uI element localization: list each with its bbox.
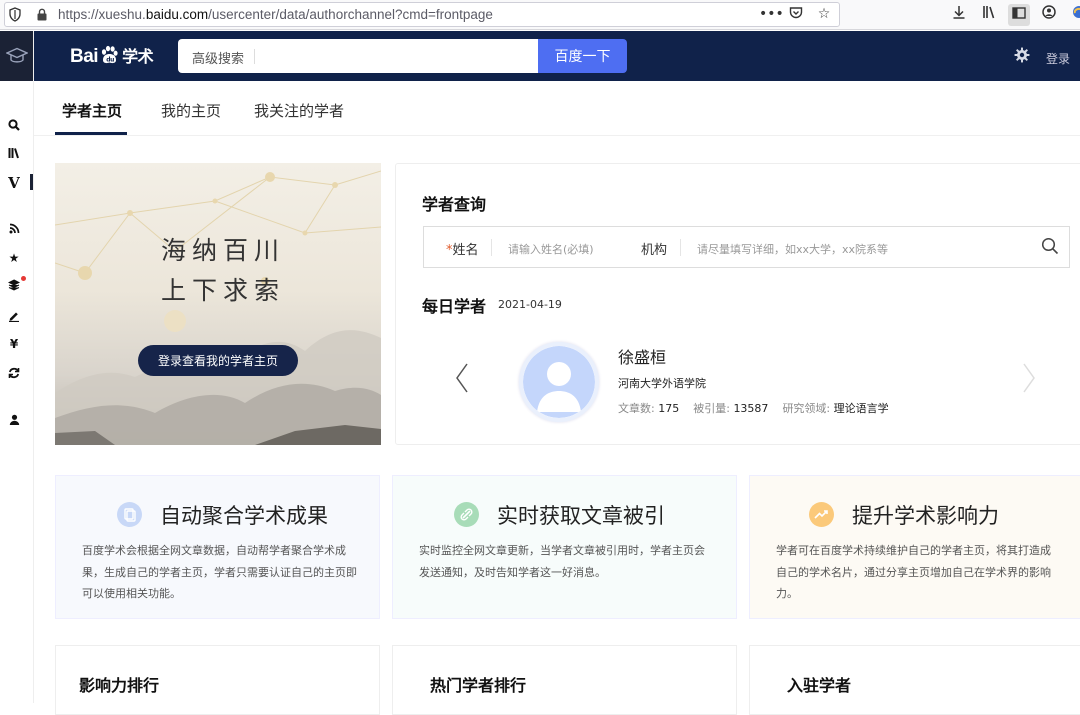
popular-scholars-title: 热门学者排行 xyxy=(430,676,527,695)
articles-count: 175 xyxy=(658,402,680,415)
sidebar-toggle-icon[interactable] xyxy=(1008,4,1030,26)
login-link[interactable]: 登录 xyxy=(1046,50,1070,67)
advanced-search-link[interactable]: 高级搜索 xyxy=(192,48,244,67)
research-field: 理论语言学 xyxy=(833,402,889,415)
org-label: 机构 xyxy=(641,243,668,258)
feature-title: 实时获取文章被引 xyxy=(497,504,665,528)
chevron-left-icon[interactable] xyxy=(454,362,470,394)
tab-followed-scholars[interactable]: 我关注的学者 xyxy=(254,100,344,121)
scholar-query-form: *姓名 请输入姓名(必填) 机构 请尽量填写详细，如xx大学，xx院系等 xyxy=(423,226,1070,268)
chevron-right-icon[interactable] xyxy=(1021,362,1037,394)
trend-up-icon xyxy=(809,502,834,527)
tab-scholar-home[interactable]: 学者主页 xyxy=(62,100,122,121)
search-divider xyxy=(254,49,255,64)
document-icon xyxy=(117,502,142,527)
extension-icon[interactable] xyxy=(1068,4,1080,26)
baidu-xueshu-logo[interactable]: Bai du 学术 xyxy=(70,43,154,68)
login-view-homepage-button[interactable]: 登录查看我的学者主页 xyxy=(138,345,298,376)
registered-scholars-title: 入驻学者 xyxy=(787,676,852,695)
left-rail: V ★ ¥ xyxy=(0,31,34,703)
pen-icon[interactable] xyxy=(0,310,28,325)
search-icon[interactable] xyxy=(1041,237,1059,255)
feature-description: 学者可在百度学术持续维护自己的学者主页，将其打造成自己的学术名片，通过分享主页增… xyxy=(776,544,1051,600)
citations-count: 13587 xyxy=(733,402,769,415)
scholar-organization: 河南大学外语学院 xyxy=(618,377,706,390)
url-text[interactable]: https://xueshu.baidu.com/usercenter/data… xyxy=(58,7,493,22)
address-bar[interactable]: https://xueshu.baidu.com/usercenter/data… xyxy=(4,2,840,27)
scholar-name[interactable]: 徐盛桓 xyxy=(618,344,666,368)
rail-active-indicator xyxy=(30,174,33,190)
download-icon[interactable] xyxy=(948,4,970,26)
banner-poem: 海纳百川 上下求索 xyxy=(161,231,285,311)
name-label: *姓名 xyxy=(446,243,479,258)
svg-text:du: du xyxy=(106,57,114,64)
registered-scholars-card: 入驻学者 xyxy=(749,645,1080,715)
more-actions-icon[interactable]: ••• xyxy=(759,6,784,24)
notification-dot xyxy=(21,276,26,281)
poem-line-1: 海纳百川 xyxy=(161,236,286,265)
refresh-icon[interactable] xyxy=(0,367,28,382)
scholar-query-card: 学者查询 *姓名 请输入姓名(必填) 机构 请尽量填写详细，如xx大学，xx院系… xyxy=(395,163,1080,445)
feature-title: 自动聚合学术成果 xyxy=(160,504,328,528)
scholar-stats: 文章数: 175 被引量: 13587 研究领域: 理论语言学 xyxy=(618,402,889,415)
library-icon[interactable] xyxy=(978,4,1000,26)
shield-icon[interactable] xyxy=(9,7,21,22)
divider xyxy=(491,239,492,256)
feature-description: 百度学术会根据全网文章数据，自动帮学者聚合学术成果，生成自己的学者主页，学者只需… xyxy=(82,544,357,600)
user-icon[interactable] xyxy=(0,414,28,428)
library-icon[interactable] xyxy=(0,147,28,162)
feature-card-aggregate: 自动聚合学术成果 百度学术会根据全网文章数据，自动帮学者聚合学术成果，生成自己的… xyxy=(55,475,380,619)
rss-icon[interactable] xyxy=(0,223,28,237)
rail-logo[interactable] xyxy=(0,31,33,81)
feature-description: 实时监控全网文章更新，当学者文章被引用时，学者主页会发送通知，及时告知学者这一好… xyxy=(419,544,705,579)
scholar-query-title: 学者查询 xyxy=(422,195,487,214)
gear-icon[interactable] xyxy=(1014,47,1030,63)
paw-icon: du xyxy=(101,45,118,64)
yen-icon[interactable]: ¥ xyxy=(0,337,28,351)
popular-scholars-card: 热门学者排行 xyxy=(392,645,737,715)
layers-icon[interactable] xyxy=(0,279,28,294)
search-icon[interactable] xyxy=(0,119,28,134)
tab-bar: 学者主页 我的主页 我关注的学者 xyxy=(34,81,1080,136)
search-box[interactable]: 高级搜索 xyxy=(178,39,538,73)
account-icon[interactable] xyxy=(1038,4,1060,26)
search-button[interactable]: 百度一下 xyxy=(538,39,627,73)
pocket-icon[interactable] xyxy=(787,6,805,24)
bookmark-star-icon[interactable]: ☆ xyxy=(815,6,833,24)
influence-ranking-card: 影响力排行 xyxy=(55,645,380,715)
vocab-v-icon[interactable]: V xyxy=(0,174,28,192)
active-tab-indicator xyxy=(55,132,127,135)
influence-ranking-title: 影响力排行 xyxy=(79,676,160,695)
default-avatar-icon xyxy=(523,346,595,418)
star-icon[interactable]: ★ xyxy=(0,251,28,265)
daily-scholar-date: 2021-04-19 xyxy=(498,298,562,311)
browser-toolbar: https://xueshu.baidu.com/usercenter/data… xyxy=(0,0,1080,30)
link-icon xyxy=(454,502,479,527)
org-input[interactable]: 请尽量填写详细，如xx大学，xx院系等 xyxy=(697,241,888,257)
site-header: Bai du 学术 高级搜索 百度一下 登录 xyxy=(34,31,1080,81)
poem-line-2: 上下求索 xyxy=(161,276,286,305)
feature-card-influence: 提升学术影响力 学者可在百度学术持续维护自己的学者主页，将其打造成自己的学术名片… xyxy=(749,475,1080,619)
feature-card-citations: 实时获取文章被引 实时监控全网文章更新，当学者文章被引用时，学者主页会发送通知，… xyxy=(392,475,737,619)
divider xyxy=(680,239,681,256)
lock-icon[interactable] xyxy=(36,8,48,21)
name-input[interactable]: 请输入姓名(必填) xyxy=(508,241,594,257)
feature-title: 提升学术影响力 xyxy=(852,504,999,528)
tab-my-home[interactable]: 我的主页 xyxy=(161,100,221,121)
avatar[interactable] xyxy=(519,342,599,422)
daily-scholar-title: 每日学者 xyxy=(422,297,487,316)
promo-banner: 海纳百川 上下求索 登录查看我的学者主页 xyxy=(55,163,381,445)
graduation-cap-icon xyxy=(5,47,28,63)
